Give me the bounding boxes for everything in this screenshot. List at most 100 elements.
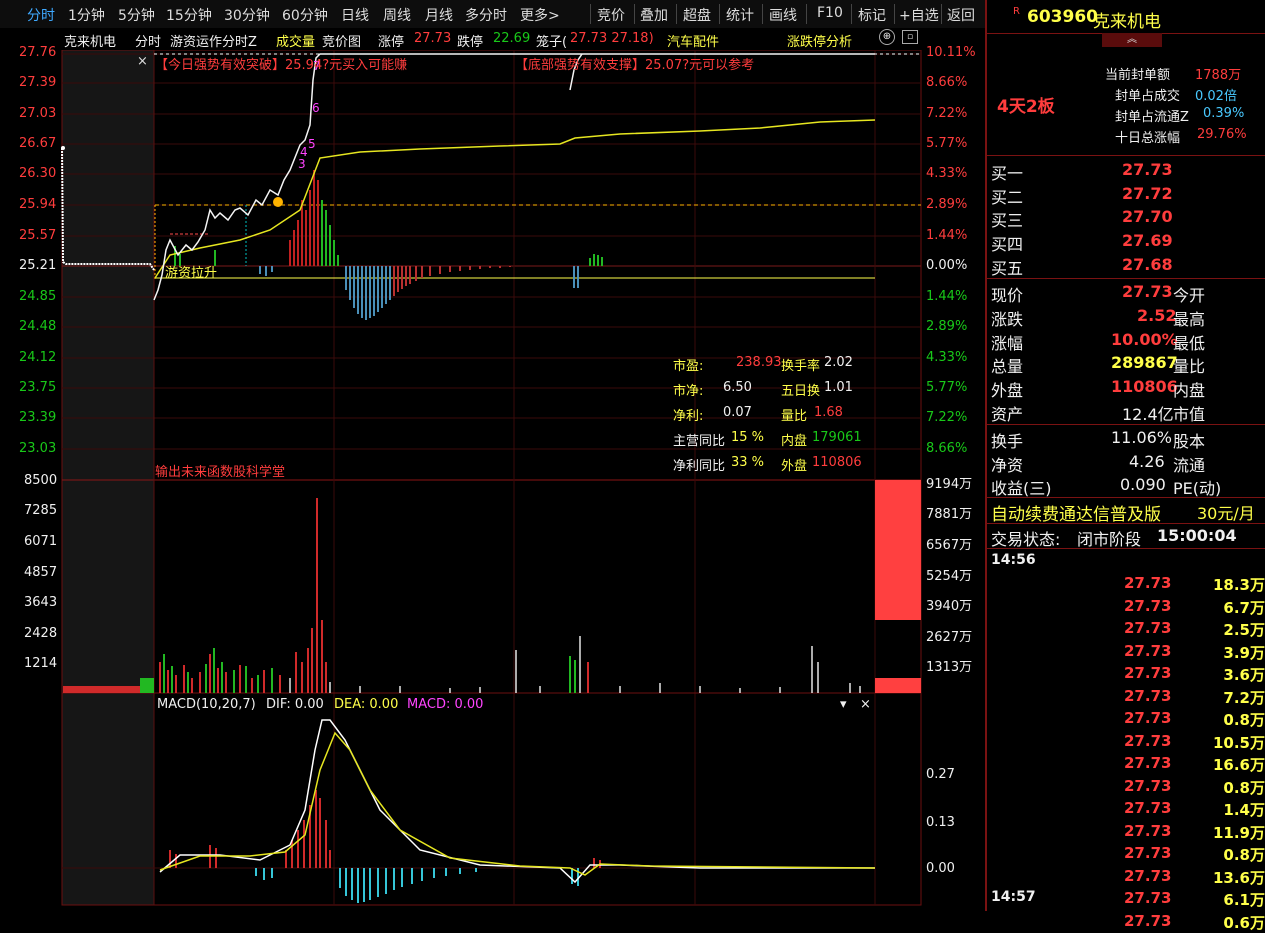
tick-volume: 2.5万 [1223,621,1265,639]
bid-price[interactable]: 27.68 [1122,255,1173,274]
trade-status-value: 闭市阶段 [1077,530,1142,549]
seal-amount-label: 当前封单额 [1105,68,1171,83]
seal-float-label: 封单占流通Z [1115,110,1189,125]
bid-price[interactable]: 27.73 [1122,160,1173,179]
bid-price[interactable]: 27.72 [1122,184,1173,203]
quote-value: 10.00% [1111,330,1178,349]
mode-label: 分时 [135,35,162,50]
limit-analysis-link[interactable]: 涨跌停分析 [787,31,852,50]
tick-label: 2627万 [926,630,973,645]
add-watchlist-button[interactable]: +自选 [899,5,939,25]
pe-label: 市盈: [673,359,704,374]
tick-label: 8500 [24,473,58,488]
bid-label: 买一 [991,164,1024,183]
draw-line-button[interactable]: 画线 [769,5,797,25]
tick-volume: 16.6万 [1212,756,1265,774]
tick-price: 27.73 [1124,574,1172,592]
tab-more[interactable]: 更多> [520,5,560,25]
tab-weekly[interactable]: 周线 [383,5,411,25]
collapse-icon[interactable]: ︽ [1102,33,1162,47]
window-icon[interactable]: ▫ [902,30,918,44]
bid-price[interactable]: 27.69 [1122,231,1173,250]
volume-overlay-text: 输出未来函数股科学堂 [155,465,286,480]
close-icon[interactable]: × [860,697,871,712]
quote-label: PE(动) [1173,479,1222,498]
tick-label: 0.00% [926,258,968,273]
dropdown-icon[interactable]: ▾ [840,697,847,712]
ad-banner[interactable]: 自动续费通达信普及版 [991,500,1161,525]
tick-price: 27.73 [1124,866,1172,885]
trade-status-label: 交易状态: [991,530,1061,549]
bid-chart-label[interactable]: 竞价图 [322,31,361,50]
tick-label: 23.39 [19,410,57,425]
tab-15min[interactable]: 15分钟 [166,5,212,25]
volume-bars [63,480,921,693]
volume-ratio-label: 量比 [781,409,808,424]
tick-label: 0.27 [926,767,955,782]
stats-button[interactable]: 统计 [726,5,754,25]
revenue-yoy-label: 主营同比 [673,434,726,449]
mark-button[interactable]: 标记 [858,5,886,25]
tick-label: 27.76 [19,45,57,60]
tick-label: 6567万 [926,538,973,553]
tick-label: 5.77% [926,380,968,395]
quote-label: 总量 [991,357,1024,376]
f10-button[interactable]: F10 [817,5,843,21]
tick-label: 25.57 [19,228,57,243]
intraday-chart: 7 6 5 4 3 [61,50,922,906]
stock-name: 克来机电 [64,35,117,50]
tick-volume: 6.1万 [1223,891,1265,909]
inner-volume-value: 179061 [812,430,862,445]
wave-label-6: 6 [312,101,320,115]
seal-turnover-value: 0.02倍 [1195,89,1237,104]
tick-price: 27.73 [1124,709,1172,727]
tab-5min[interactable]: 5分钟 [118,5,155,25]
macd-title[interactable]: MACD(10,20,7) [157,697,256,712]
tab-intraday[interactable]: 分时 [27,5,55,25]
tab-monthly[interactable]: 月线 [425,5,453,25]
trade-status-time: 15:00:04 [1157,526,1237,545]
quote-label: 内盘 [1173,381,1206,400]
sector-label[interactable]: 汽车配件 [667,31,719,50]
bid-price[interactable]: 27.70 [1122,207,1173,226]
tab-60min[interactable]: 60分钟 [282,5,328,25]
tab-multi-intraday[interactable]: 多分时 [465,5,507,25]
tick-label: 8.66% [926,441,968,456]
breakout-annotation: 【今日强势有效突破】25.94?元买入可能赚 [155,58,408,73]
tick-label: 7.22% [926,106,968,121]
tick-price: 27.73 [1124,776,1172,795]
expand-icon[interactable]: ⊕ [879,29,895,45]
tick-time: 14:56 [991,552,1036,568]
tab-daily[interactable]: 日线 [341,5,369,25]
indicator-name[interactable]: 游资运作分时Z [170,31,257,50]
ad-price[interactable]: 30元/月 [1197,500,1255,524]
tick-volume: 0.8万 [1223,846,1265,864]
inner-volume-label: 内盘 [781,434,808,449]
tick-label: 7285 [24,503,58,518]
tick-volume: 10.5万 [1212,733,1265,752]
revenue-yoy-value: 15 % [731,430,765,445]
auction-button[interactable]: 竞价 [597,5,625,25]
quote-value: 289867 [1111,353,1178,372]
tab-30min[interactable]: 30分钟 [224,5,270,25]
pb-value: 6.50 [723,380,752,395]
wave-label-5: 5 [308,137,316,151]
tick-volume: 3.9万 [1223,643,1265,662]
quote-label: 换手 [991,432,1024,451]
tick-label: 6071 [24,534,58,549]
quote-value: 12.4亿 [1122,405,1174,424]
super-panel-button[interactable]: 超盘 [683,5,711,25]
five-day-turnover-label: 五日换 [781,384,821,399]
tick-price: 27.73 [1124,799,1172,817]
macd-dea: DEA: 0.00 [334,697,399,712]
tab-1min[interactable]: 1分钟 [68,5,105,25]
overlay-button[interactable]: 叠加 [640,5,668,25]
quote-label: 净资 [991,456,1024,475]
tick-label: 10.11% [926,45,976,60]
quote-label: 市值 [1173,405,1206,424]
quote-label: 股本 [1173,432,1206,451]
quote-value: 4.26 [1129,452,1165,471]
close-annotation-icon[interactable]: × [137,54,148,69]
quote-label: 外盘 [991,381,1024,400]
back-button[interactable]: 返回 [947,5,975,25]
